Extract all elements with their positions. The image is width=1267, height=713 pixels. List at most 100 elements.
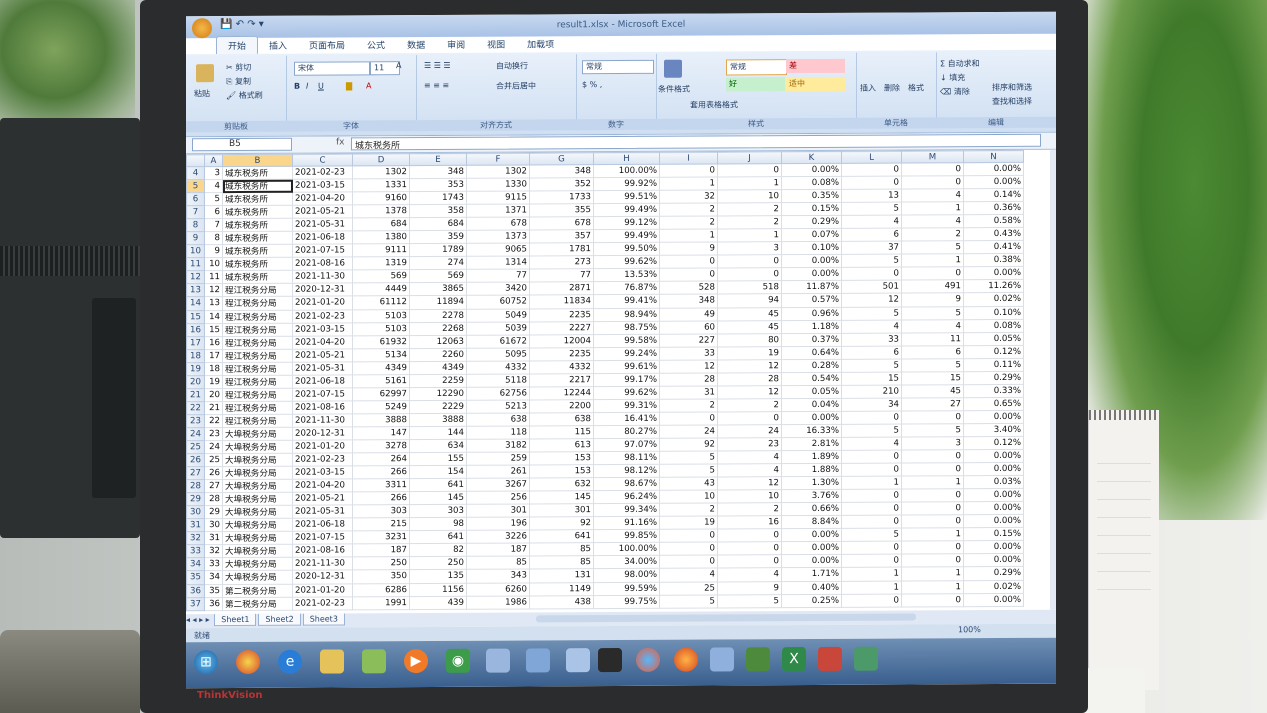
cell[interactable]: 0.00% (963, 449, 1024, 463)
cell[interactable]: 638 (466, 412, 530, 427)
cell[interactable]: 5 (841, 306, 902, 320)
cell[interactable]: 1 (717, 176, 782, 191)
cell[interactable]: 城东税务所 (222, 231, 293, 245)
cell[interactable]: 0.15% (963, 527, 1024, 542)
bold-icon[interactable]: B (294, 82, 300, 91)
cell[interactable]: 0.40% (781, 580, 842, 595)
row-header[interactable]: 30 (186, 505, 205, 520)
cell[interactable]: 45 (717, 307, 782, 321)
folder-icon[interactable] (320, 649, 344, 674)
wrap-text-button[interactable]: 自动换行 (496, 60, 528, 71)
cell[interactable]: 303 (352, 504, 410, 519)
cell[interactable]: 大埠税务分局 (222, 453, 293, 467)
cell[interactable]: 10 (717, 189, 782, 204)
cell[interactable]: 0 (901, 554, 964, 568)
conditional-format-icon[interactable] (664, 59, 682, 78)
cell[interactable]: 98.94% (593, 307, 660, 322)
cell[interactable]: 0.96% (781, 306, 842, 321)
cell[interactable]: 城东税务所 (222, 192, 293, 206)
select-all-corner[interactable] (186, 154, 205, 167)
cell[interactable]: 0.33% (963, 384, 1024, 398)
cell[interactable]: 2020-12-31 (292, 570, 353, 584)
cell[interactable]: 5 (841, 528, 902, 542)
cell[interactable]: 2021-03-15 (292, 178, 353, 193)
cell[interactable]: 0.00% (781, 254, 842, 269)
cell[interactable]: 程江税务分局 (222, 414, 293, 428)
cell[interactable]: 大埠税务分局 (222, 479, 293, 493)
cell[interactable]: 15 (841, 371, 902, 386)
cell[interactable]: 29 (204, 505, 223, 519)
cell[interactable]: 0.00% (781, 411, 842, 425)
cell[interactable]: 12 (204, 284, 223, 298)
row-header[interactable]: 16 (186, 323, 205, 337)
cell[interactable]: 9 (717, 581, 782, 595)
horizontal-scrollbar[interactable] (536, 613, 916, 623)
cell[interactable]: 60 (659, 320, 718, 334)
fx-icon[interactable]: fx (336, 137, 345, 147)
cell[interactable]: 0.04% (781, 398, 842, 412)
cell[interactable]: 0 (901, 514, 964, 529)
cell[interactable]: 3182 (466, 438, 530, 453)
cell[interactable]: 5 (841, 423, 902, 438)
cell[interactable]: 0.00% (963, 175, 1024, 189)
cell[interactable]: 4 (659, 568, 718, 582)
sheet-tab[interactable]: Sheet1 (214, 613, 257, 627)
cell[interactable]: 153 (529, 451, 594, 466)
cell[interactable]: 15 (901, 371, 964, 385)
green-app-icon[interactable] (746, 647, 770, 672)
cell[interactable]: 2021-05-31 (292, 361, 353, 375)
cell[interactable]: 1380 (352, 230, 410, 245)
cell[interactable]: 10 (717, 489, 782, 504)
cell[interactable]: 2259 (409, 374, 467, 388)
cell[interactable]: 4 (204, 179, 223, 193)
cell[interactable]: 491 (901, 280, 964, 294)
cell[interactable]: 2 (717, 398, 782, 412)
percent-icon[interactable]: $ % , (582, 80, 602, 89)
cell[interactable]: 99.49% (593, 229, 660, 243)
cell[interactable]: 0 (659, 555, 718, 569)
cell[interactable]: 1 (901, 580, 964, 594)
cell[interactable]: 大埠税务分局 (222, 531, 293, 545)
cell[interactable]: 程江税务分局 (222, 361, 293, 376)
ribbon-tab[interactable]: 插入 (258, 37, 298, 54)
cell[interactable]: 3311 (352, 478, 410, 493)
cell[interactable]: 100.00% (593, 164, 660, 178)
cell[interactable]: 12063 (409, 334, 467, 349)
cell[interactable]: 273 (529, 255, 594, 270)
row-header[interactable]: 22 (186, 401, 205, 415)
cell[interactable]: 0.08% (963, 318, 1024, 333)
cell[interactable]: 1 (841, 580, 902, 594)
font-name-select[interactable]: 宋体 (294, 61, 370, 76)
cell[interactable]: 6260 (466, 582, 530, 596)
cell[interactable]: 2 (901, 227, 964, 242)
cell[interactable]: 99.34% (593, 503, 660, 517)
cell[interactable]: 1302 (466, 164, 530, 179)
insert-cells-button[interactable]: 插入 (860, 83, 876, 94)
row-header[interactable]: 31 (186, 518, 205, 533)
cell[interactable]: 2021-02-23 (292, 596, 353, 610)
cell[interactable]: 9115 (466, 191, 530, 205)
cell[interactable]: 1 (901, 567, 964, 581)
row-header[interactable]: 20 (186, 375, 205, 389)
cell[interactable]: 2021-05-31 (292, 218, 353, 232)
row-header[interactable]: 36 (186, 584, 205, 598)
cell[interactable]: 2217 (529, 373, 594, 387)
cell[interactable]: 1371 (466, 204, 530, 218)
cell[interactable]: 25 (204, 453, 223, 467)
cell[interactable]: 2021-05-21 (292, 205, 353, 219)
column-header[interactable]: K (781, 151, 842, 164)
cell[interactable]: 196 (466, 517, 530, 531)
cell[interactable]: 1319 (352, 256, 410, 271)
cell[interactable]: 5118 (466, 373, 530, 388)
column-header[interactable]: G (529, 152, 594, 165)
cell[interactable]: 13.53% (593, 268, 660, 283)
cell[interactable]: 4449 (352, 283, 410, 297)
cell[interactable]: 2021-08-16 (292, 544, 353, 558)
cell[interactable]: 1781 (529, 242, 594, 257)
cell[interactable]: 大埠税务分局 (222, 466, 293, 480)
cell[interactable]: 569 (352, 269, 410, 284)
cell[interactable]: 2021-03-15 (292, 322, 353, 336)
cell[interactable]: 16 (717, 515, 782, 530)
cell[interactable]: 13 (204, 297, 223, 311)
cell[interactable]: 2021-05-21 (292, 492, 353, 506)
